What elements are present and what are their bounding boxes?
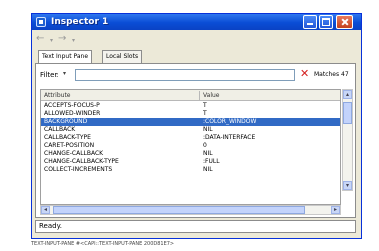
forward-arrow-icon[interactable]: →	[58, 34, 66, 44]
horizontal-scrollbar[interactable]: ◂ ▸	[40, 205, 341, 215]
value-cell: T	[203, 110, 207, 117]
value-cell: :COLOR_WINDOW	[203, 118, 257, 125]
back-dropdown-icon[interactable]: ▾	[50, 36, 53, 46]
scroll-right-icon[interactable]: ▸	[331, 206, 340, 214]
back-arrow-icon[interactable]: ←	[36, 34, 44, 44]
column-header-attribute[interactable]: Attribute	[44, 91, 71, 100]
table-header: Attribute Value	[41, 90, 340, 101]
matches-count: Matches 47	[314, 71, 349, 78]
minimize-button[interactable]	[303, 15, 317, 29]
close-button[interactable]	[336, 15, 353, 29]
filter-colon: :	[56, 71, 59, 79]
maximize-button[interactable]	[319, 15, 333, 29]
table-row[interactable]: CHANGE-CALLBACK-TYPE :FULL	[41, 158, 340, 166]
column-divider[interactable]	[199, 91, 200, 100]
value-cell: NIL	[203, 126, 213, 133]
attribute-cell: CARET-POSITION	[44, 142, 95, 149]
attribute-cell: CALLBACK-TYPE	[44, 134, 91, 141]
attribute-cell: COLLECT-INCREMENTS	[44, 166, 113, 173]
app-icon	[36, 17, 46, 27]
scroll-left-icon[interactable]: ◂	[41, 206, 50, 214]
table-row[interactable]: ALLOWED-WINDER T	[41, 110, 340, 118]
tab-panel: Filter : ▾ ✕ Matches 47 Attribute Value …	[35, 63, 356, 218]
attribute-cell: ACCEPTS-FOCUS-P	[44, 102, 100, 109]
table-row[interactable]: CALLBACK-TYPE :DATA-INTERFACE	[41, 134, 340, 142]
filter-label: Filter	[40, 71, 58, 79]
forward-dropdown-icon[interactable]: ▾	[72, 36, 75, 46]
filter-dropdown-icon[interactable]: ▾	[63, 70, 66, 77]
inspector-window: Inspector 1 ← ▾ → ▾ Text Input Pane Loca…	[31, 13, 362, 239]
toolbar: ← ▾ → ▾	[32, 30, 361, 48]
clear-filter-icon[interactable]: ✕	[300, 68, 309, 79]
table-row[interactable]: COLLECT-INCREMENTS NIL	[41, 166, 340, 174]
value-cell: NIL	[203, 166, 213, 173]
attribute-cell: ALLOWED-WINDER	[44, 110, 101, 117]
window-title: Inspector 1	[51, 17, 109, 27]
filter-input[interactable]	[75, 69, 295, 81]
attribute-cell: BACKGROUND	[44, 118, 88, 125]
title-bar[interactable]: Inspector 1	[32, 14, 361, 30]
value-cell: NIL	[203, 150, 213, 157]
value-cell: 0	[203, 142, 207, 149]
table-row[interactable]: BACKGROUND :COLOR_WINDOW	[41, 118, 340, 126]
attribute-cell: CHANGE-CALLBACK	[44, 150, 104, 157]
value-cell: :DATA-INTERFACE	[203, 134, 256, 141]
scroll-up-icon[interactable]: ▴	[343, 90, 352, 99]
horizontal-scroll-thumb[interactable]	[53, 206, 305, 214]
table-row[interactable]: CARET-POSITION 0	[41, 142, 340, 150]
vertical-scrollbar[interactable]: ▴ ▾	[342, 89, 353, 191]
tab-text-input-pane[interactable]: Text Input Pane	[38, 50, 93, 63]
value-cell: :FULL	[203, 158, 220, 165]
vertical-scroll-thumb[interactable]	[343, 102, 352, 124]
table-row[interactable]: ACCEPTS-FOCUS-P T	[41, 102, 340, 110]
table-row[interactable]: CALLBACK NIL	[41, 126, 340, 134]
status-bar: Ready.	[35, 220, 356, 233]
attribute-cell: CHANGE-CALLBACK-TYPE	[44, 158, 119, 165]
attribute-table: Attribute Value ACCEPTS-FOCUS-P T ALLOWED-…	[40, 89, 341, 205]
table-row[interactable]: CHANGE-CALLBACK NIL	[41, 150, 340, 158]
scroll-down-icon[interactable]: ▾	[343, 181, 352, 190]
tab-local-slots[interactable]: Local Slots	[102, 50, 143, 63]
footer-description: TEXT-INPUT-PANE #<CAPI::TEXT-INPUT-PANE …	[31, 241, 175, 247]
value-cell: T	[203, 102, 207, 109]
column-header-value[interactable]: Value	[203, 91, 219, 100]
attribute-cell: CALLBACK	[44, 126, 76, 133]
